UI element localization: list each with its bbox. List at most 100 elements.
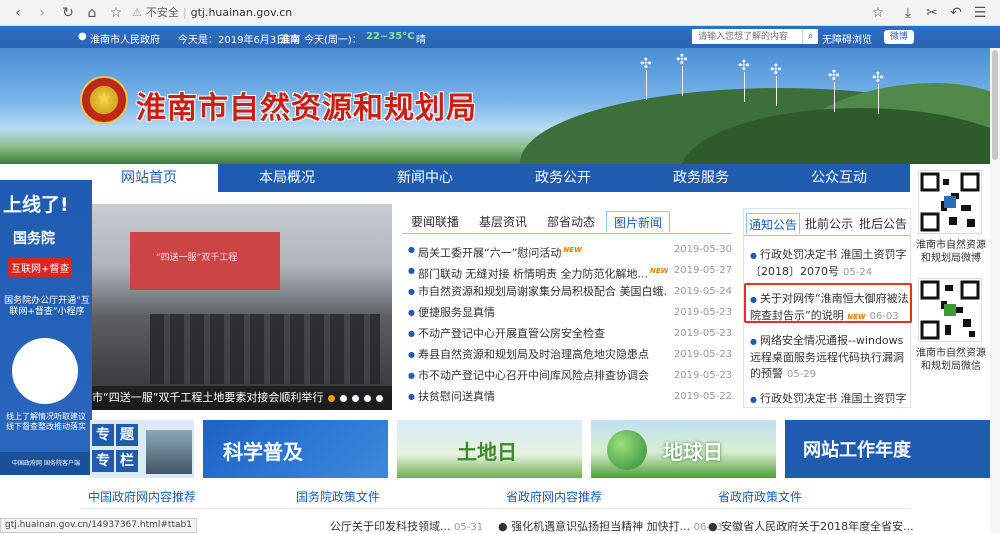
wechat-qr-label: 淮南市自然资源和规划局微信 [916, 348, 986, 372]
national-emblem-icon: ★ [80, 76, 128, 124]
undo-icon[interactable]: ↶ [946, 3, 966, 23]
weibo-qr-label: 淮南市自然资源和规划局微博 [916, 240, 986, 264]
nav-home[interactable]: 网站首页 [80, 164, 218, 192]
section-province-policy[interactable]: 省政府政策文件 [718, 488, 802, 505]
news-item[interactable]: ● 市自然资源和规划局谢家集分局积极配合 美国白蛾... 2019-05-24 [402, 282, 734, 302]
projection-screen: “四送一服”双千工程 [130, 232, 280, 290]
news-title: 不动产登记中心开展直管公房安全检查 [418, 327, 605, 340]
nav-gov-affairs[interactable]: 政务公开 [494, 164, 632, 192]
city-gov-link[interactable]: 淮南市人民政府 [90, 31, 160, 46]
bottom-item[interactable]: ● 强化机遇意识弘扬担当精神 加快打... 06-03 [498, 518, 723, 534]
ad-text: 国务院办公厅开通“互联网+督查”小程序 [4, 296, 90, 317]
notice-item[interactable]: ● 网络安全情况通报--windows远程桌面服务远程代码执行漏洞的预警 05-29 [750, 333, 910, 383]
wind-turbine-icon: ✣ [872, 70, 884, 114]
slide-dot[interactable] [376, 395, 383, 402]
tab-post-approval[interactable]: 批后公告 [856, 213, 910, 235]
scissors-icon[interactable]: ✂ [922, 3, 942, 23]
science-banner[interactable]: 科学普及 [203, 420, 388, 478]
address-bar[interactable]: ⚠ 不安全 | gtj.huainan.gov.cn [132, 4, 887, 22]
insecure-label: 不安全 [145, 6, 179, 19]
site-banner: ✣ ✣ ✣ ✣ ✣ ✣ ★ 淮南市自然资源和规划局 [0, 48, 1000, 164]
notice-item[interactable]: ● 行政处罚决定书 淮国土资罚字〔2018〕2070号 05-24 [750, 247, 910, 281]
bookmark-star-icon[interactable]: ☆ [868, 3, 888, 23]
bottom-item[interactable]: ● 安徽省人民政府关于2018年度全省安... [708, 518, 914, 534]
nav-interaction[interactable]: 公众互动 [770, 164, 908, 192]
meeting-attendees [150, 314, 380, 384]
news-title: 扶贫慰问送真情 [418, 390, 495, 403]
news-item[interactable]: ● 部门联动 无缝对接 析情明责 全力防范化解地... NEW 2019-05-27 [402, 261, 734, 281]
weibo-qr-icon [918, 170, 982, 234]
weibo-button[interactable]: 微博 [884, 30, 914, 44]
news-title: 寿县自然资源和规划局及时治理高危地灾隐患点 [418, 348, 649, 361]
insecure-icon: ⚠ [132, 6, 142, 19]
globe-icon [607, 430, 647, 470]
wind-turbine-icon: ✣ [676, 52, 688, 96]
notice-item[interactable]: ● 行政处罚决定书 淮国土资罚字 [750, 391, 910, 407]
city-name: 淮南 [280, 35, 300, 46]
news-title: 便捷服务显真情 [418, 306, 495, 319]
main-nav: 网站首页 本局概况 新闻中心 政务公开 政务服务 公众互动 [80, 164, 910, 192]
star-icon[interactable]: ☆ [106, 3, 126, 23]
news-item[interactable]: ● 不动产登记中心开展直管公房安全检查 2019-05-23 [402, 324, 734, 344]
tab-local-news[interactable]: 基层资讯 [472, 211, 534, 233]
news-date: 2019-05-23 [673, 307, 732, 318]
photo-slideshow[interactable]: “四送一服”双千工程 市“四送一服”双千工程土地要素对接会顺利举行 [90, 204, 392, 410]
news-date: 2019-05-23 [673, 370, 732, 381]
slide-dot[interactable] [352, 395, 359, 402]
state-council-ad[interactable]: 上线了! 国务院 互联网+督查 国务院办公厅开通“互联网+督查”小程序 线上了解… [0, 180, 92, 475]
bottom-item[interactable]: 公厅关于印发科技领域... 05-31 [330, 518, 483, 534]
nav-services[interactable]: 政务服务 [632, 164, 770, 192]
news-item[interactable]: ● 便捷服务显真情 2019-05-23 [402, 303, 734, 323]
tab-notices[interactable]: 通知公告 [746, 213, 800, 235]
wind-turbine-icon: ✣ [770, 62, 782, 106]
back-icon[interactable]: ‹ [8, 3, 28, 23]
slide-dot[interactable] [328, 395, 335, 402]
forward-icon[interactable]: › [32, 3, 52, 23]
wind-turbine-icon: ✣ [738, 58, 750, 102]
tab-photo-news[interactable]: 图片新闻 [606, 211, 670, 233]
new-badge: NEW [563, 246, 582, 254]
section-cn-gov[interactable]: 中国政府网内容推荐 [88, 488, 196, 505]
tab-headlines[interactable]: 要闻联播 [404, 211, 466, 233]
home-icon[interactable]: ⌂ [82, 3, 102, 23]
nav-about[interactable]: 本局概况 [218, 164, 356, 192]
status-bar-url: gtj.huainan.gov.cn/14937367.html#ttab1 [0, 518, 197, 533]
tab-ministry-news[interactable]: 部省动态 [540, 211, 602, 233]
section-province-gov[interactable]: 省政府网内容推荐 [506, 488, 602, 505]
land-day-banner[interactable]: 土地日 [397, 420, 582, 478]
news-item[interactable]: ● 局关工委开展“六一”慰问活动 NEW 2019-05-30 [402, 240, 734, 260]
news-item[interactable]: ● 扶贫慰问送真情 2019-05-22 [402, 387, 734, 407]
search-icon[interactable]: ⌕ [802, 29, 818, 44]
menu-icon[interactable]: ☰ [970, 3, 990, 23]
bullet-icon: ● [408, 350, 415, 359]
section-divider [80, 508, 910, 509]
accessibility-link[interactable]: 无障碍浏览 [822, 31, 872, 46]
ad-gwy: 国务院 [13, 231, 55, 247]
search-input[interactable] [692, 29, 802, 44]
date-text: 今天是：2019年6月3日 [178, 35, 287, 46]
miniprogram-qr-icon [12, 338, 78, 404]
weather-label: 今天(周一)： [304, 35, 362, 46]
download-icon[interactable]: ⤓ [898, 3, 918, 23]
news-title: 市自然资源和规划局谢家集分局积极配合 美国白蛾... [418, 285, 668, 298]
nav-news[interactable]: 新闻中心 [356, 164, 494, 192]
news-item[interactable]: ● 市不动产登记中心召开中间库风险点排查协调会 2019-05-23 [402, 366, 734, 386]
special-topics-banner[interactable]: 专 题 专 栏 [90, 420, 194, 478]
ad-footer: 中国政府网 国务院客户端 [0, 452, 92, 475]
earth-day-banner[interactable]: 地球日 [591, 420, 776, 478]
section-state-policy[interactable]: 国务院政策文件 [296, 488, 380, 505]
reload-icon[interactable]: ↻ [58, 3, 78, 23]
gov-emblem-small-icon: ● [78, 31, 87, 42]
slide-dot[interactable] [364, 395, 371, 402]
news-date: 2019-05-23 [673, 328, 732, 339]
tab-pre-approval[interactable]: 批前公示 [802, 213, 856, 235]
news-date: 2019-05-27 [673, 265, 732, 276]
bullet-icon: ● [408, 329, 415, 338]
annual-report-banner[interactable]: 网站工作年度 [785, 420, 990, 478]
news-item[interactable]: ● 寿县自然资源和规划局及时治理高危地灾隐患点 2019-05-23 [402, 345, 734, 365]
scrollbar-thumb[interactable] [992, 50, 998, 160]
bullet-icon: ● [408, 308, 415, 317]
url-text: gtj.huainan.gov.cn [190, 6, 293, 19]
slide-dot[interactable] [340, 395, 347, 402]
site-title: 淮南市自然资源和规划局 [136, 91, 477, 126]
